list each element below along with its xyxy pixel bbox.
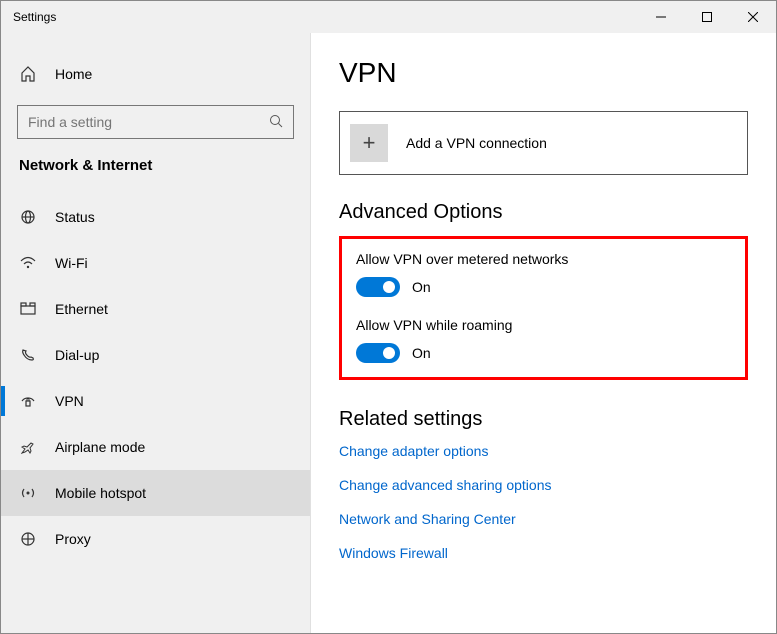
page-title: VPN bbox=[339, 57, 748, 89]
nav-label: Mobile hotspot bbox=[55, 485, 146, 501]
minimize-button[interactable] bbox=[638, 1, 684, 33]
search-input[interactable] bbox=[28, 114, 269, 130]
toggle-roaming[interactable] bbox=[356, 343, 400, 363]
nav-label: Proxy bbox=[55, 531, 91, 547]
titlebar: Settings bbox=[1, 1, 776, 33]
status-icon bbox=[19, 208, 37, 226]
sidebar-item-proxy[interactable]: Proxy bbox=[1, 516, 310, 562]
nav-label: Airplane mode bbox=[55, 439, 145, 455]
wifi-icon bbox=[19, 254, 37, 272]
airplane-icon bbox=[19, 438, 37, 456]
link-network-center[interactable]: Network and Sharing Center bbox=[339, 511, 748, 527]
advanced-options-heading: Advanced Options bbox=[339, 201, 748, 224]
window-title: Settings bbox=[13, 10, 56, 24]
sidebar-home[interactable]: Home bbox=[1, 57, 310, 91]
maximize-icon bbox=[702, 12, 712, 22]
vpn-icon bbox=[19, 392, 37, 410]
related-settings-heading: Related settings bbox=[339, 408, 748, 431]
maximize-button[interactable] bbox=[684, 1, 730, 33]
sidebar-item-vpn[interactable]: VPN bbox=[1, 378, 310, 424]
toggle-metered-state: On bbox=[412, 279, 431, 295]
toggle-metered[interactable] bbox=[356, 277, 400, 297]
nav-label: VPN bbox=[55, 393, 84, 409]
highlight-box: Allow VPN over metered networks On Allow… bbox=[339, 236, 748, 380]
nav-label: Dial-up bbox=[55, 347, 99, 363]
toggle-roaming-label: Allow VPN while roaming bbox=[356, 317, 731, 333]
link-firewall[interactable]: Windows Firewall bbox=[339, 545, 748, 561]
sidebar-item-wifi[interactable]: Wi-Fi bbox=[1, 240, 310, 286]
nav-home-label: Home bbox=[55, 66, 92, 82]
sidebar-item-airplane[interactable]: Airplane mode bbox=[1, 424, 310, 470]
plus-icon: + bbox=[350, 124, 388, 162]
sidebar-section-label: Network & Internet bbox=[1, 157, 310, 194]
close-button[interactable] bbox=[730, 1, 776, 33]
sidebar-item-status[interactable]: Status bbox=[1, 194, 310, 240]
add-vpn-button[interactable]: + Add a VPN connection bbox=[339, 111, 748, 175]
sidebar-item-hotspot[interactable]: Mobile hotspot bbox=[1, 470, 310, 516]
link-sharing[interactable]: Change advanced sharing options bbox=[339, 477, 748, 493]
toggle-roaming-group: Allow VPN while roaming On bbox=[356, 317, 731, 363]
toggle-metered-group: Allow VPN over metered networks On bbox=[356, 251, 731, 297]
sidebar-nav: Status Wi-Fi Ethernet Dial-up VPN Airpla… bbox=[1, 194, 310, 562]
toggle-metered-label: Allow VPN over metered networks bbox=[356, 251, 731, 267]
link-adapter[interactable]: Change adapter options bbox=[339, 443, 748, 459]
nav-label: Status bbox=[55, 209, 95, 225]
add-vpn-label: Add a VPN connection bbox=[406, 135, 547, 151]
search-icon bbox=[269, 114, 283, 131]
ethernet-icon bbox=[19, 300, 37, 318]
close-icon bbox=[748, 12, 758, 22]
dialup-icon bbox=[19, 346, 37, 364]
main-content: VPN + Add a VPN connection Advanced Opti… bbox=[311, 33, 776, 633]
toggle-roaming-state: On bbox=[412, 345, 431, 361]
nav-label: Wi-Fi bbox=[55, 255, 88, 271]
hotspot-icon bbox=[19, 484, 37, 502]
sidebar: Home Network & Internet Status Wi-Fi Eth… bbox=[1, 33, 311, 633]
search-box[interactable] bbox=[17, 105, 294, 139]
proxy-icon bbox=[19, 530, 37, 548]
nav-label: Ethernet bbox=[55, 301, 108, 317]
minimize-icon bbox=[656, 12, 666, 22]
sidebar-item-ethernet[interactable]: Ethernet bbox=[1, 286, 310, 332]
home-icon bbox=[19, 65, 37, 83]
window-controls bbox=[638, 1, 776, 33]
sidebar-item-dialup[interactable]: Dial-up bbox=[1, 332, 310, 378]
